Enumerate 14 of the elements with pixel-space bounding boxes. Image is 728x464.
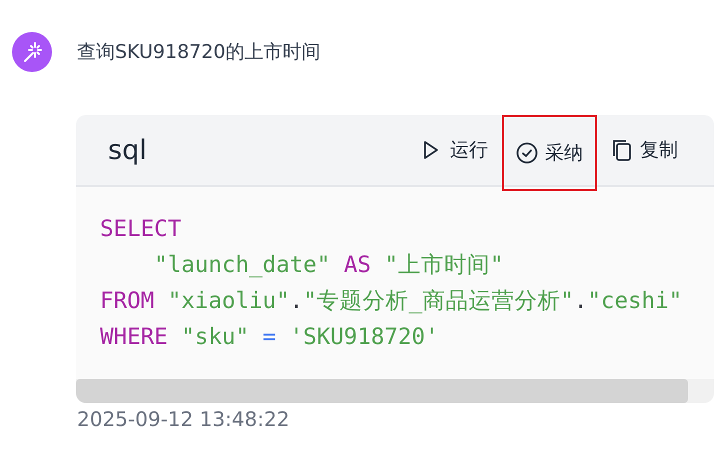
code-line: SELECT: [100, 215, 182, 244]
scrollbar[interactable]: [76, 379, 688, 403]
timestamp: 2025-09-12 13:48:22: [77, 407, 290, 431]
language-label: sql: [108, 134, 147, 166]
copy-icon: [611, 139, 633, 161]
message-text: 查询SKU918720的上市时间: [77, 40, 320, 65]
accept-button[interactable]: 采纳: [502, 115, 597, 191]
magic-wand-icon: [21, 41, 43, 63]
copy-button[interactable]: 复制: [607, 130, 682, 170]
code-line: WHERE "sku" = 'SKU918720': [100, 323, 440, 352]
run-button[interactable]: 运行: [417, 130, 492, 170]
code-line: FROM "xiaoliu"."专题分析_商品运营分析"."ceshi": [100, 287, 684, 316]
check-circle-icon: [516, 142, 538, 164]
code-line: "launch_date" AS "上市时间": [153, 251, 505, 280]
